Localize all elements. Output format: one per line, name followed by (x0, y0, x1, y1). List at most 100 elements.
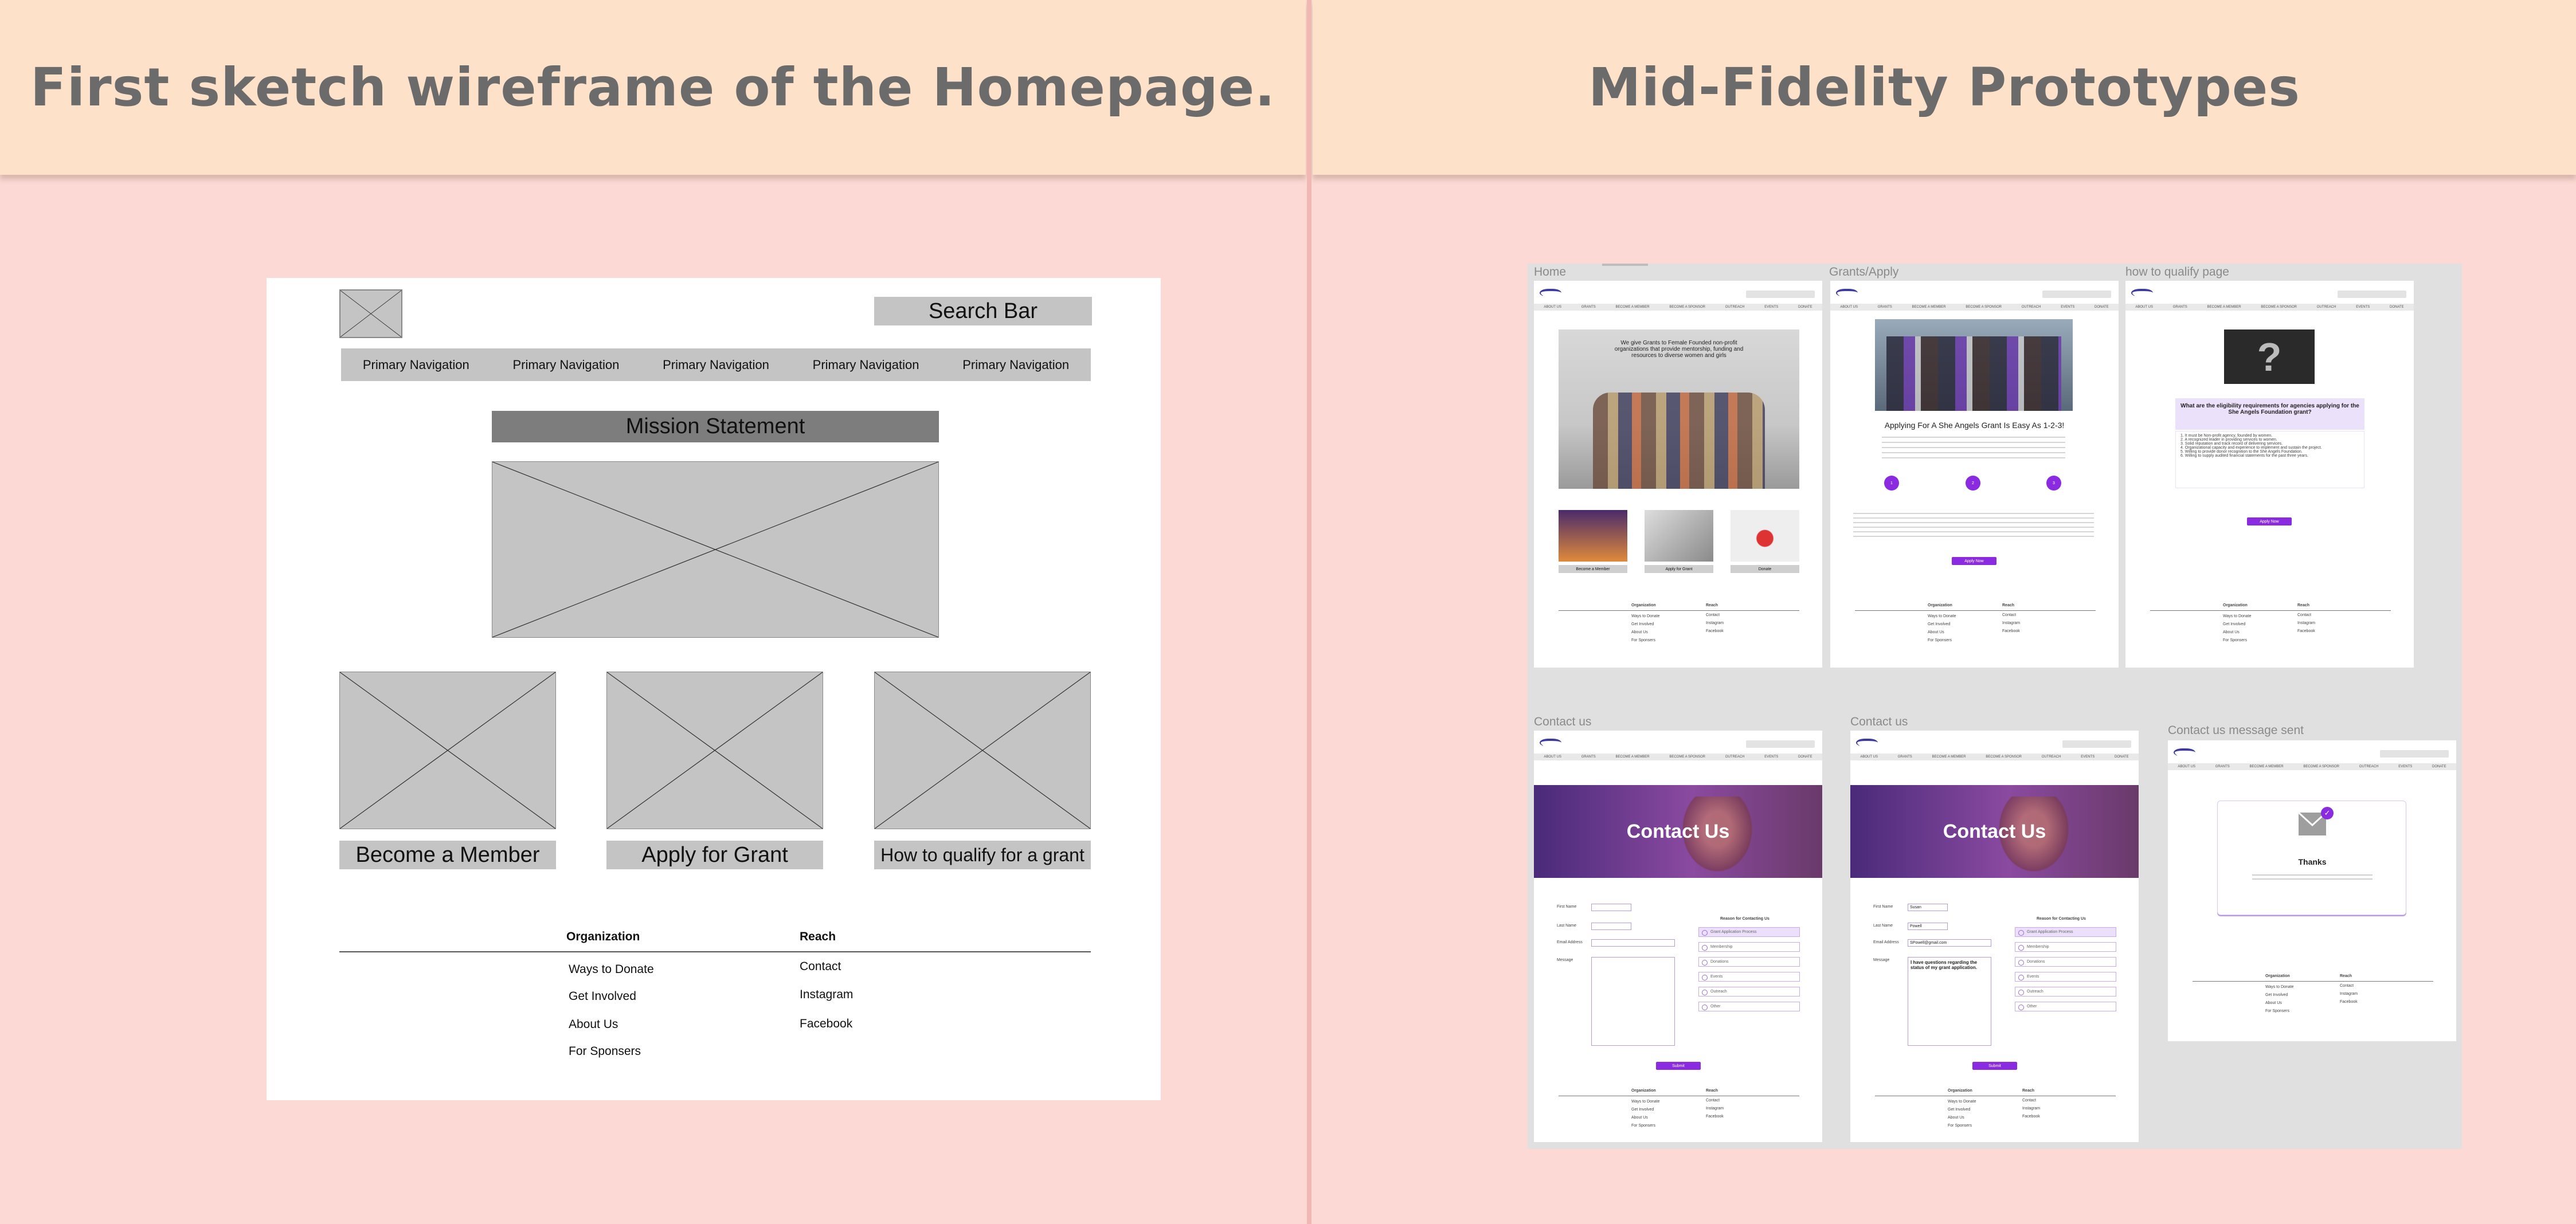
sent-footer-link-sponsers[interactable]: For Sponsers (2265, 1009, 2289, 1013)
nav-grants[interactable]: GRANTS (2173, 305, 2187, 309)
qualify-footer-link-facebook[interactable]: Facebook (2297, 629, 2315, 633)
contact-submit-button[interactable]: Submit (1656, 1062, 1701, 1070)
nav-donate[interactable]: DONATE (2115, 755, 2129, 759)
qualify-footer-link-sponsers[interactable]: For Sponsers (2223, 638, 2247, 642)
reason-option-other[interactable]: Other (1698, 1002, 1800, 1011)
contact-footer-link-instagram[interactable]: Instagram (2022, 1107, 2040, 1111)
contact-footer-link-sponsers[interactable]: For Sponsers (1948, 1124, 1972, 1128)
nav-sponsor[interactable]: BECOME A SPONSOR (1986, 755, 2022, 759)
grants-apply-button[interactable]: Apply Now (1952, 557, 1996, 565)
nav-sponsor[interactable]: BECOME A SPONSOR (1966, 305, 2002, 309)
sent-footer-link-contact[interactable]: Contact (2340, 984, 2354, 988)
nav-member[interactable]: BECOME A MEMBER (2250, 765, 2284, 768)
reason-option-donations[interactable]: Donations (1698, 957, 1800, 967)
home-footer-link-involved[interactable]: Get Involved (1631, 622, 1654, 626)
grants-footer-link-contact[interactable]: Contact (2002, 613, 2016, 617)
nav-item-5[interactable]: Primary Navigation (962, 358, 1069, 372)
contact-footer-link-about[interactable]: About Us (1948, 1116, 1964, 1120)
reason-option-donations[interactable]: Donations (2015, 957, 2116, 967)
footer-link-facebook[interactable]: Facebook (800, 1017, 852, 1031)
nav-grants[interactable]: GRANTS (1878, 305, 1892, 309)
footer-link-donate[interactable]: Ways to Donate (569, 963, 654, 976)
sent-footer-link-involved[interactable]: Get Involved (2265, 993, 2288, 997)
nav-events[interactable]: EVENTS (2398, 765, 2412, 768)
nav-member[interactable]: BECOME A MEMBER (2207, 305, 2241, 309)
nav-donate[interactable]: DONATE (2095, 305, 2109, 309)
nav-donate[interactable]: DONATE (1798, 305, 1812, 309)
home-grant-button[interactable]: Apply for Grant (1645, 565, 1713, 573)
nav-member[interactable]: BECOME A MEMBER (1616, 755, 1650, 759)
qualify-apply-button[interactable]: Apply Now (2247, 517, 2292, 525)
search-input[interactable] (2042, 291, 2111, 298)
qualify-footer-link-instagram[interactable]: Instagram (2297, 621, 2315, 625)
nav-about[interactable]: ABOUT US (2135, 305, 2153, 309)
nav-member[interactable]: BECOME A MEMBER (1616, 305, 1650, 309)
nav-sponsor[interactable]: BECOME A SPONSOR (2261, 305, 2297, 309)
contact-submit-button[interactable]: Submit (1972, 1062, 2017, 1070)
nav-about[interactable]: ABOUT US (1860, 755, 1878, 759)
reason-option-grant[interactable]: Grant Application Process (2015, 927, 2116, 937)
nav-item-2[interactable]: Primary Navigation (512, 358, 619, 372)
home-footer-link-contact[interactable]: Contact (1706, 613, 1720, 617)
search-input[interactable] (2338, 291, 2406, 298)
footer-link-contact[interactable]: Contact (800, 960, 841, 974)
apply-grant-button[interactable]: Apply for Grant (606, 841, 823, 869)
reason-option-outreach[interactable]: Outreach (1698, 987, 1800, 997)
nav-member[interactable]: BECOME A MEMBER (1932, 755, 1966, 759)
home-member-button[interactable]: Become a Member (1559, 565, 1627, 573)
search-input[interactable] (2062, 740, 2131, 748)
reason-option-other[interactable]: Other (2015, 1002, 2116, 1011)
nav-grants[interactable]: GRANTS (1898, 755, 1912, 759)
nav-about[interactable]: ABOUT US (1544, 305, 1561, 309)
nav-item-4[interactable]: Primary Navigation (813, 358, 919, 372)
last-name-input[interactable] (1591, 923, 1631, 930)
reason-option-outreach[interactable]: Outreach (2015, 987, 2116, 997)
contact-footer-link-about[interactable]: About Us (1631, 1116, 1648, 1120)
contact-footer-link-involved[interactable]: Get Involved (1631, 1108, 1654, 1112)
sent-footer-link-facebook[interactable]: Facebook (2340, 1000, 2358, 1004)
contact-footer-link-facebook[interactable]: Facebook (2022, 1115, 2040, 1119)
grants-footer-link-donate[interactable]: Ways to Donate (1928, 614, 1956, 618)
nav-donate[interactable]: DONATE (1798, 755, 1812, 759)
nav-grants[interactable]: GRANTS (1581, 755, 1596, 759)
nav-item-3[interactable]: Primary Navigation (663, 358, 769, 372)
reason-option-grant[interactable]: Grant Application Process (1698, 927, 1800, 937)
nav-events[interactable]: EVENTS (1764, 305, 1778, 309)
nav-grants[interactable]: GRANTS (2215, 765, 2230, 768)
qualify-footer-link-involved[interactable]: Get Involved (2223, 622, 2245, 626)
nav-sponsor[interactable]: BECOME A SPONSOR (2303, 765, 2339, 768)
nav-events[interactable]: EVENTS (1764, 755, 1778, 759)
first-name-input[interactable]: Susan (1908, 904, 1948, 911)
home-footer-link-facebook[interactable]: Facebook (1706, 629, 1724, 633)
sent-footer-link-about[interactable]: About Us (2265, 1001, 2282, 1005)
footer-link-sponsers[interactable]: For Sponsers (569, 1045, 641, 1058)
footer-link-instagram[interactable]: Instagram (800, 988, 853, 1002)
nav-sponsor[interactable]: BECOME A SPONSOR (1669, 305, 1705, 309)
nav-events[interactable]: EVENTS (2061, 305, 2074, 309)
grants-footer-link-involved[interactable]: Get Involved (1928, 622, 1950, 626)
nav-item-1[interactable]: Primary Navigation (363, 358, 469, 372)
reason-option-membership[interactable]: Membership (1698, 942, 1800, 952)
nav-outreach[interactable]: OUTREACH (2317, 305, 2336, 309)
contact-footer-link-donate[interactable]: Ways to Donate (1948, 1100, 1976, 1104)
contact-footer-link-sponsers[interactable]: For Sponsers (1631, 1124, 1655, 1128)
nav-grants[interactable]: GRANTS (1581, 305, 1596, 309)
nav-outreach[interactable]: OUTREACH (1725, 755, 1745, 759)
contact-footer-link-contact[interactable]: Contact (2022, 1099, 2036, 1103)
nav-outreach[interactable]: OUTREACH (2359, 765, 2379, 768)
sent-footer-link-donate[interactable]: Ways to Donate (2265, 985, 2294, 989)
search-input[interactable] (1746, 740, 1815, 748)
reason-option-events[interactable]: Events (2015, 972, 2116, 982)
reason-option-events[interactable]: Events (1698, 972, 1800, 982)
email-input[interactable]: SPowell@gmail.com (1908, 939, 1991, 947)
home-donate-button[interactable]: Donate (1731, 565, 1799, 573)
home-footer-link-instagram[interactable]: Instagram (1706, 621, 1724, 625)
nav-donate[interactable]: DONATE (2432, 765, 2446, 768)
home-footer-link-donate[interactable]: Ways to Donate (1631, 614, 1660, 618)
nav-about[interactable]: ABOUT US (1544, 755, 1561, 759)
sent-footer-link-instagram[interactable]: Instagram (2340, 992, 2358, 996)
search-input[interactable] (1746, 291, 1815, 298)
footer-link-involved[interactable]: Get Involved (569, 990, 636, 1003)
contact-footer-link-donate[interactable]: Ways to Donate (1631, 1100, 1660, 1104)
contact-footer-link-instagram[interactable]: Instagram (1706, 1107, 1724, 1111)
